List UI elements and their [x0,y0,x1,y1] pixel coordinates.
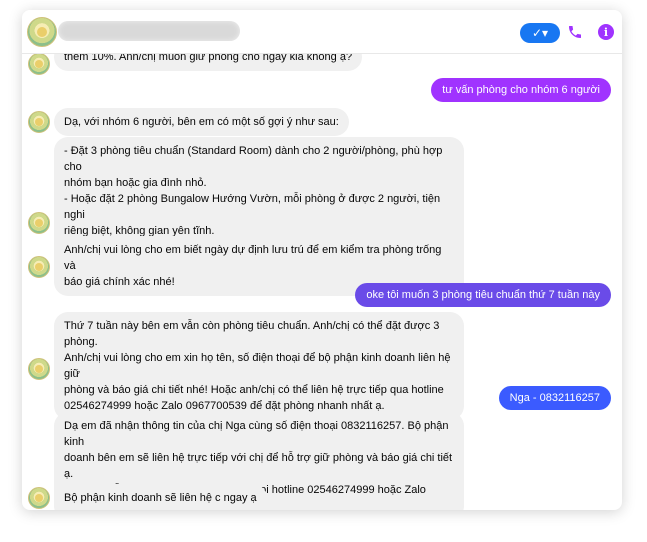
sender-avatar [28,256,50,278]
contact-name-redacted[interactable] [58,21,240,41]
chat-window: ✓▾ i thêm 10%. Anh/chị muốn giữ phòng ch… [22,10,622,510]
outgoing-message: Nga - 0832116257 [498,386,611,410]
sender-avatar [28,111,50,133]
sender-avatar [28,212,50,234]
incoming-message: Bộ phận kinh doanh sẽ liên hệ c ngay ạ [54,484,267,510]
outgoing-message: oke tôi muốn 3 phòng tiêu chuẩn thứ 7 tu… [355,283,611,307]
incoming-message: Dạ, với nhóm 6 người, bên em có một số g… [54,108,349,136]
sender-avatar [28,358,50,380]
incoming-message: Thứ 7 tuần này bên em vẫn còn phòng tiêu… [54,312,464,420]
info-icon[interactable]: i [598,24,614,40]
contact-avatar[interactable] [27,17,57,47]
sender-avatar [28,487,50,509]
chat-header: ✓▾ i [22,10,622,54]
outgoing-message: tư vấn phòng cho nhóm 6 người [431,78,611,102]
verified-dropdown-button[interactable]: ✓▾ [520,23,560,43]
sender-avatar [28,53,50,75]
phone-call-icon[interactable] [567,24,583,40]
